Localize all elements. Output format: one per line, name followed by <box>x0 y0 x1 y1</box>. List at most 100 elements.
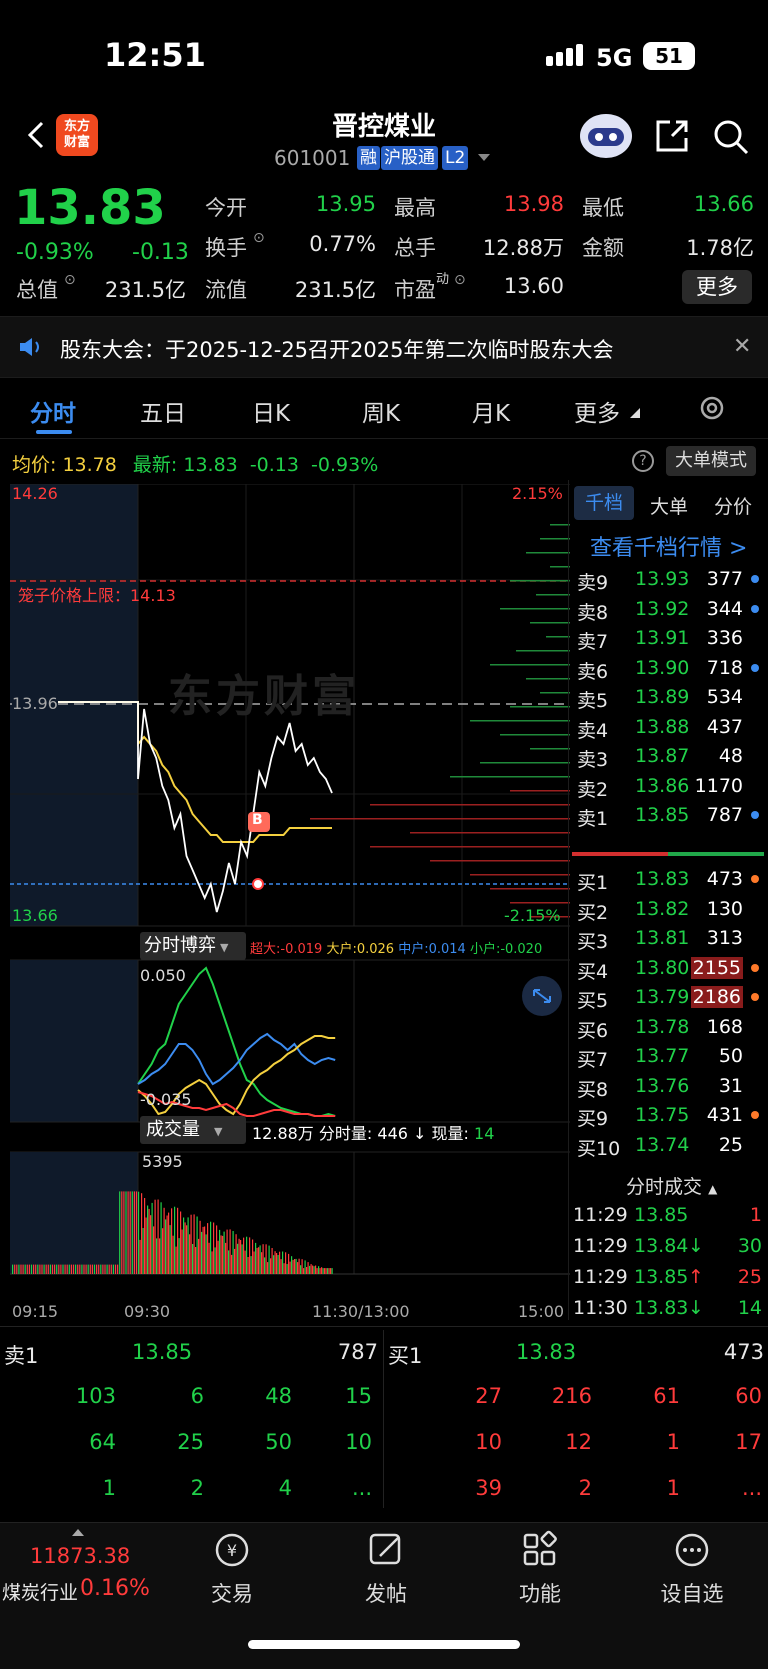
function-icon[interactable] <box>520 1530 560 1570</box>
depth-bar <box>510 580 570 582</box>
tab-five-day[interactable]: 五日 <box>140 394 186 428</box>
bid-row[interactable]: 买1 13.83 473 <box>573 864 763 895</box>
volume-bar <box>171 1208 173 1274</box>
bid-volume: 25 <box>718 1133 743 1156</box>
tab-monthly-k[interactable]: 月K <box>472 394 510 428</box>
info-icon[interactable]: ⊙ <box>253 230 265 246</box>
industry-index-pct[interactable]: 0.16% <box>80 1576 150 1601</box>
float-value: 231.5亿 <box>294 278 376 302</box>
volume-bar <box>288 1253 290 1274</box>
share-icon[interactable] <box>654 118 690 154</box>
search-icon[interactable] <box>712 118 750 156</box>
more-button[interactable]: 更多 <box>682 270 752 304</box>
volume-bar <box>190 1214 192 1274</box>
volume-bar <box>35 1264 37 1274</box>
ask-label: 卖3 <box>577 749 609 771</box>
notice-text[interactable]: 股东大会：于2025-12-25召开2025年第二次临时股东大会 <box>60 334 613 364</box>
ask-queue-item: 48 <box>265 1384 292 1408</box>
volume-bar <box>64 1264 66 1274</box>
game-indicator-select[interactable]: 分时博弈 ▼ <box>140 932 246 960</box>
tab-price-dist[interactable]: 分价 <box>714 492 752 519</box>
ask-price: 13.90 <box>635 656 690 679</box>
bid-queue-item: 1 <box>666 1476 680 1500</box>
ask-row[interactable]: 卖1 13.85 787 <box>573 800 763 831</box>
bid-row[interactable]: 买3 13.81 313 <box>573 923 763 954</box>
bid-row[interactable]: 买5 13.79 2186 <box>573 982 763 1013</box>
bid-row[interactable]: 买4 13.80 2155 <box>573 953 763 984</box>
volume-bar <box>49 1264 51 1274</box>
volume-bar <box>183 1217 185 1274</box>
ask-label: 卖1 <box>577 808 609 830</box>
volume-bar <box>319 1268 321 1274</box>
ask-queue-item: ... <box>351 1476 372 1500</box>
nav-function[interactable]: 功能 <box>490 1578 590 1608</box>
nav-add-watchlist[interactable]: 设自选 <box>642 1578 742 1608</box>
volume-bar <box>217 1240 219 1274</box>
big-order-mode-button[interactable]: 大单模式 <box>666 446 756 476</box>
ask-row[interactable]: 卖5 13.89 534 <box>573 682 763 713</box>
buy-marker[interactable]: B <box>252 812 263 828</box>
info-icon[interactable]: ⊙ <box>64 272 76 288</box>
volume-bar <box>104 1264 106 1274</box>
ask-row[interactable]: 卖4 13.88 437 <box>573 712 763 743</box>
nav-post[interactable]: 发帖 <box>336 1578 436 1608</box>
ask-row[interactable]: 卖3 13.87 48 <box>573 741 763 772</box>
tab-intraday[interactable]: 分时 <box>30 394 76 428</box>
robot-assistant-icon[interactable] <box>578 110 634 160</box>
ticks-title[interactable]: 分时成交 ▲ <box>626 1172 717 1199</box>
intraday-chart[interactable] <box>10 484 570 1300</box>
help-icon[interactable]: ? <box>632 450 654 472</box>
bid-row[interactable]: 买6 13.78 168 <box>573 1012 763 1043</box>
info-icon[interactable]: ⊙ <box>454 272 466 288</box>
depth-bar <box>530 748 570 750</box>
chevron-down-icon[interactable] <box>478 154 490 162</box>
stock-code: 601001 <box>274 146 351 170</box>
depth-link[interactable]: 查看千档行情 > <box>590 530 747 562</box>
close-icon[interactable]: ✕ <box>733 334 751 359</box>
tab-weekly-k[interactable]: 周K <box>362 394 400 428</box>
tab-big-orders[interactable]: 大单 <box>650 492 688 519</box>
bid-row[interactable]: 买7 13.77 50 <box>573 1041 763 1072</box>
volume-bar <box>33 1264 35 1274</box>
gear-icon[interactable] <box>696 392 728 424</box>
tick-price: 13.85 <box>634 1266 689 1288</box>
volume-bar <box>162 1228 164 1274</box>
tab-more[interactable]: 更多 <box>574 394 620 428</box>
low-label: 最低 <box>582 196 624 220</box>
trade-icon[interactable]: ¥ <box>212 1530 252 1570</box>
y-axis-bottom: 13.66 <box>12 906 58 925</box>
chevron-up-icon[interactable] <box>72 1528 84 1536</box>
ask-row[interactable]: 卖2 13.86 1170 <box>573 771 763 802</box>
bid-row[interactable]: 买8 13.76 31 <box>573 1071 763 1102</box>
tab-depth[interactable]: 千档 <box>574 486 634 520</box>
volume-bar <box>150 1215 152 1274</box>
status-dot <box>751 604 759 613</box>
post-icon[interactable] <box>366 1530 406 1570</box>
volume-bar <box>255 1242 257 1274</box>
bid-price: 13.83 <box>635 868 690 890</box>
bid-volume: 130 <box>706 897 743 920</box>
volume-bar <box>133 1191 135 1274</box>
bid-row[interactable]: 买2 13.82 130 <box>573 894 763 925</box>
industry-index-value[interactable]: 11873.38 <box>30 1544 130 1568</box>
ask-row[interactable]: 卖6 13.90 718 <box>573 653 763 684</box>
ask-label: 卖6 <box>577 660 609 683</box>
tab-daily-k[interactable]: 日K <box>252 394 290 428</box>
bid-row[interactable]: 买9 13.75 431 <box>573 1100 763 1131</box>
ask-volume: 48 <box>718 745 743 767</box>
add-watchlist-icon[interactable] <box>672 1530 712 1570</box>
bid-label: 买7 <box>577 1049 609 1071</box>
nav-trade[interactable]: 交易 <box>182 1578 282 1608</box>
industry-index-name[interactable]: 煤炭行业 <box>2 1578 78 1605</box>
tick-volume: 14 <box>737 1297 762 1319</box>
ask-row[interactable]: 卖9 13.93 377 <box>573 564 763 595</box>
turnover-value: 0.77% <box>309 232 376 256</box>
status-dot <box>751 875 759 883</box>
volume-bar <box>330 1268 332 1274</box>
ask-row[interactable]: 卖8 13.92 344 <box>573 594 763 625</box>
volume-bar <box>235 1234 237 1274</box>
bid-row[interactable]: 买10 13.74 25 <box>573 1130 763 1161</box>
ask-row[interactable]: 卖7 13.91 336 <box>573 623 763 654</box>
volume-indicator-select[interactable]: 成交量 ▼ <box>140 1116 246 1144</box>
volume-bar <box>58 1264 60 1274</box>
